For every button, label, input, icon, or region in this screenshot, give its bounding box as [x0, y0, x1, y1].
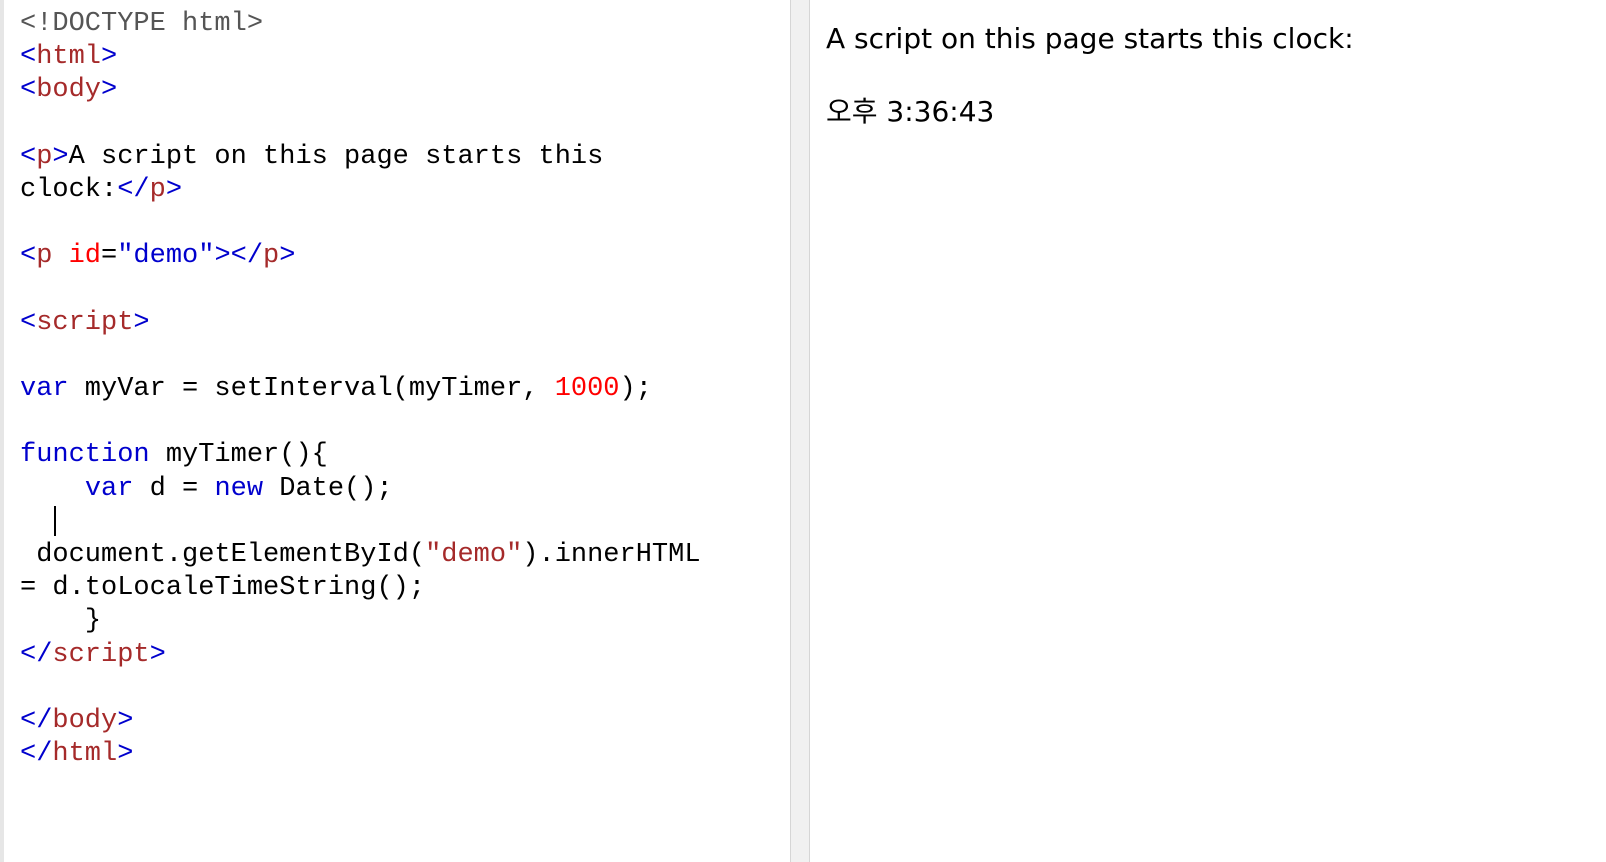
- code-line-script-open: <script>: [20, 307, 150, 338]
- demo-p-close-tag: p: [263, 241, 280, 272]
- date-call-text: Date();: [263, 473, 393, 504]
- function-keyword: function: [20, 440, 150, 471]
- code-line-body-open: <body>: [20, 75, 118, 106]
- doctype-text: <!DOCTYPE html>: [20, 9, 264, 39]
- result-clock-text: 오후 3:36:43: [826, 95, 995, 128]
- close-brace: }: [84, 606, 102, 637]
- script-close-tag: script: [52, 639, 150, 670]
- body-close-tag: body: [52, 705, 118, 736]
- code-line-getelement: document.getElementById("demo").innerHTM…: [20, 539, 701, 572]
- code-line-body-close: </body>: [20, 705, 134, 736]
- demo-id-value: "demo": [117, 241, 215, 272]
- assign-text: = d.toLocaleTimeString();: [20, 573, 426, 604]
- result-pane: A script on this page starts this clock:…: [810, 0, 1606, 862]
- new-keyword: new: [214, 473, 264, 504]
- var-d-text: d =: [133, 473, 215, 504]
- function-signature: myTimer(){: [149, 440, 328, 471]
- p-text-2: clock:: [20, 174, 118, 205]
- var-d-keyword: var: [84, 473, 134, 504]
- code-editor[interactable]: <!DOCTYPE html> <html> <body> <p>A script o…: [0, 0, 790, 862]
- setinterval-text: myVar = setInterval(myTimer,: [68, 374, 555, 405]
- code-line-doctype: <!DOCTYPE html>: [20, 8, 701, 41]
- innerhtml-text: ).innerHTML: [522, 540, 701, 570]
- code-line-function: function myTimer(){: [20, 439, 701, 472]
- interval-number: 1000: [554, 374, 620, 405]
- code-text[interactable]: <!DOCTYPE html> <html> <body> <p>A script o…: [20, 8, 701, 771]
- p-close-tag: p: [149, 174, 166, 205]
- code-line-assign: = d.toLocaleTimeString();: [20, 572, 701, 605]
- code-line-var-d: var d = new Date();: [20, 473, 701, 506]
- demo-id-attr: id: [68, 241, 102, 272]
- code-line-cursor: [20, 505, 701, 539]
- code-line-p-close: clock:</p>: [20, 174, 183, 205]
- result-intro-text: A script on this page starts this clock:: [826, 22, 1354, 55]
- pane-divider[interactable]: [790, 0, 810, 862]
- code-line-close-brace: }: [20, 605, 701, 638]
- body-open-tag: body: [36, 75, 102, 106]
- setinterval-end: );: [619, 374, 652, 405]
- code-line-html-close: </html>: [20, 739, 134, 770]
- script-open-tag: script: [36, 307, 134, 338]
- html-close-tag: html: [52, 739, 118, 770]
- p-text-1: A script on this page starts this: [68, 141, 604, 172]
- code-line-script-close: </script>: [20, 639, 166, 670]
- var-keyword: var: [20, 374, 69, 405]
- p-open-tag: p: [36, 141, 53, 172]
- code-line-p-open: <p>A script on this page starts this: [20, 141, 604, 172]
- code-line-setinterval: var myVar = setInterval(myTimer, 1000);: [20, 373, 701, 406]
- getelement-text: document.getElementById(: [20, 540, 426, 570]
- code-line-html-open: <html>: [20, 42, 118, 73]
- demo-string: "demo": [425, 540, 523, 570]
- code-line-demo-p: <p id="demo"></p>: [20, 241, 296, 272]
- text-cursor: [54, 505, 56, 536]
- demo-p-tag: p: [36, 241, 53, 272]
- html-open-tag: html: [36, 42, 102, 73]
